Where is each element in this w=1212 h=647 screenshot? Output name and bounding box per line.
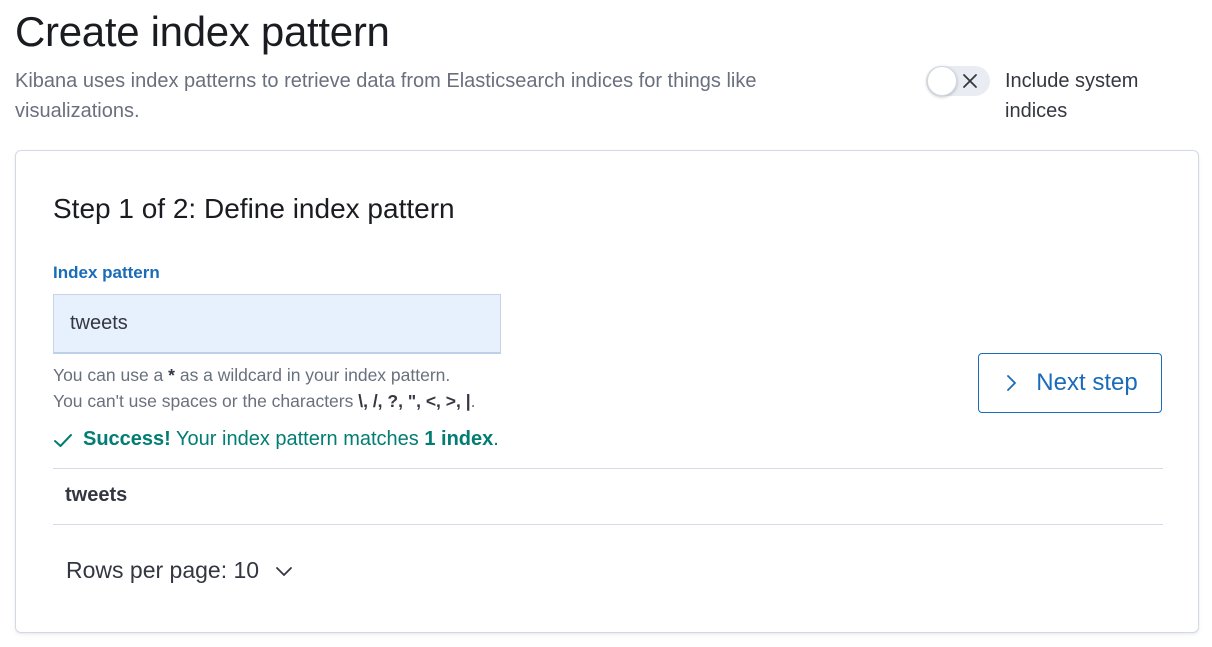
chevron-down-icon xyxy=(276,566,292,576)
step-title: Step 1 of 2: Define index pattern xyxy=(53,193,455,224)
match-success-message: Success! Your index pattern matches 1 in… xyxy=(53,428,499,451)
rows-per-page-button[interactable]: Rows per page: 10 xyxy=(66,557,295,584)
table-row: tweets xyxy=(65,484,128,506)
index-pattern-label: Index pattern xyxy=(53,263,160,282)
table-bottom-divider xyxy=(53,524,1163,525)
cross-icon xyxy=(963,74,977,88)
chevron-right-icon xyxy=(1007,375,1017,391)
check-icon xyxy=(54,433,72,447)
next-step-button[interactable]: Next step xyxy=(978,353,1162,413)
define-index-pattern-panel: Step 1 of 2: Define index pattern Index … xyxy=(15,150,1199,633)
help-text-invalid-characters: You can't use spaces or the characters \… xyxy=(53,391,476,411)
switch-knob xyxy=(927,66,957,96)
next-step-label: Next step xyxy=(1036,369,1138,396)
index-pattern-input[interactable] xyxy=(53,294,501,354)
page-description: Kibana uses index patterns to retrieve d… xyxy=(15,70,757,122)
table-top-divider xyxy=(53,468,1163,469)
include-system-indices-control: Include system indices xyxy=(926,66,1196,126)
page-title: Create index pattern xyxy=(15,8,390,55)
include-system-indices-label[interactable]: Include system indices xyxy=(1005,66,1196,126)
rows-per-page-label: Rows per page: 10 xyxy=(66,557,260,583)
include-system-indices-switch[interactable] xyxy=(926,66,990,96)
help-text-wildcard: You can use a * as a wildcard in your in… xyxy=(53,365,451,385)
